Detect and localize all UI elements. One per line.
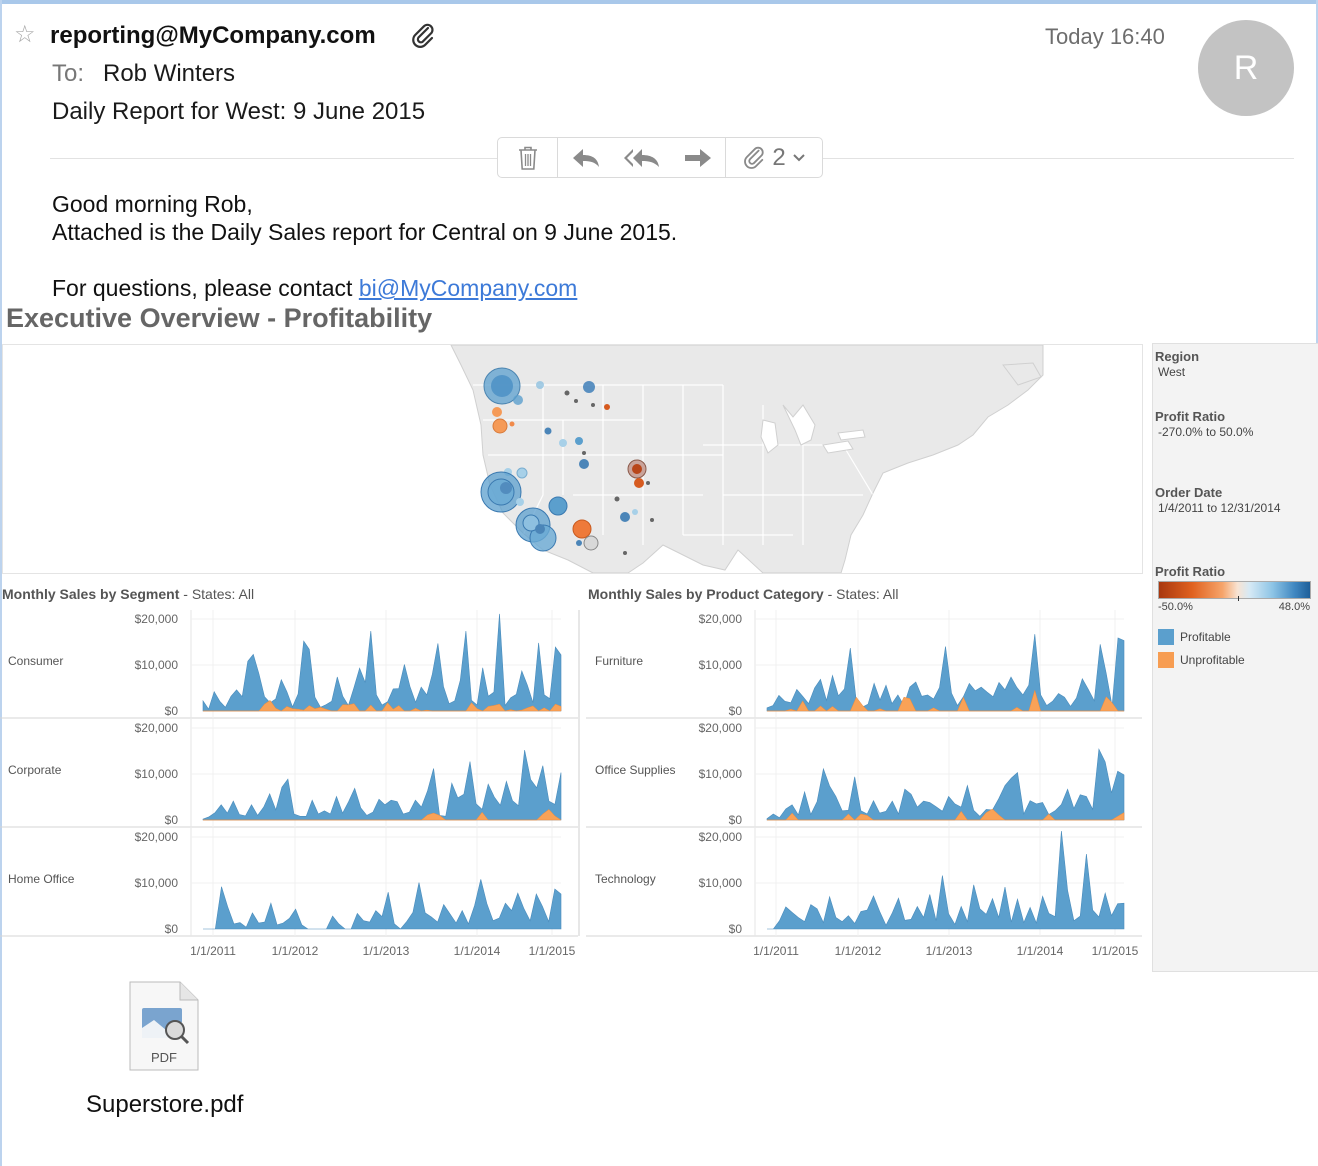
- dashboard-title: Executive Overview - Profitability: [6, 303, 433, 333]
- x-tick-label: 1/1/2013: [926, 944, 973, 958]
- profitable-area: [203, 879, 562, 930]
- reply-all-icon[interactable]: [622, 146, 662, 170]
- gradient-max-label: 48.0%: [1278, 601, 1310, 613]
- chart-title-0: Monthly Sales by Segment - States: All: [2, 586, 254, 602]
- chevron-down-icon: [792, 153, 805, 161]
- filter-region-value[interactable]: West: [1158, 365, 1185, 379]
- y-tick-label: $0: [165, 922, 179, 936]
- attachment-count: 2: [772, 143, 786, 171]
- sender-address[interactable]: reporting@MyCompany.com: [50, 22, 376, 50]
- pdf-attachment-icon[interactable]: PDF: [128, 980, 200, 1072]
- profitable-area: [202, 613, 562, 712]
- contact-email-link[interactable]: bi@MyCompany.com: [359, 275, 577, 301]
- profitable-swatch: [1158, 629, 1174, 645]
- flag-star-icon[interactable]: ☆: [14, 20, 36, 48]
- email-subject: Daily Report for West: 9 June 2015: [52, 98, 426, 125]
- y-tick-label: $10,000: [135, 767, 179, 781]
- x-tick-label: 1/1/2012: [835, 944, 882, 958]
- y-tick-label: $20,000: [135, 830, 179, 844]
- color-legend-title: Profit Ratio: [1155, 564, 1226, 579]
- y-tick-label: $10,000: [699, 876, 743, 890]
- attachment-paperclip-icon: [412, 23, 434, 48]
- y-tick-label: $0: [729, 704, 743, 718]
- reply-icon[interactable]: [570, 146, 602, 170]
- forward-icon[interactable]: [682, 146, 714, 170]
- contact-prefix: For questions, please contact: [52, 275, 359, 301]
- filter-order-date-label: Order Date: [1155, 485, 1223, 500]
- panel-label-technology: Technology: [595, 872, 656, 886]
- y-tick-label: $0: [729, 813, 743, 827]
- filter-order-date-value[interactable]: 1/4/2011 to 12/31/2014: [1158, 501, 1281, 515]
- profitable-area: [767, 830, 1125, 930]
- paperclip-icon: [744, 146, 764, 169]
- x-tick-label: 1/1/2011: [190, 944, 236, 958]
- unprofitable-swatch: [1158, 652, 1174, 668]
- y-tick-label: $0: [729, 922, 743, 936]
- y-tick-label: $20,000: [135, 721, 179, 735]
- panel-label-furniture: Furniture: [595, 654, 643, 668]
- window-top-border: [0, 0, 1318, 4]
- attachment-file-name[interactable]: Superstore.pdf: [86, 1091, 243, 1119]
- chart-title-1: Monthly Sales by Product Category - Stat…: [588, 586, 898, 602]
- area-charts: Monthly Sales by Segment - States: All Co…: [0, 586, 1142, 958]
- y-tick-label: $0: [165, 704, 179, 718]
- panel-label-office-supplies: Office Supplies: [595, 763, 676, 777]
- y-tick-label: $20,000: [699, 612, 743, 626]
- greeting-text: Good morning Rob,: [52, 191, 253, 217]
- body-text: Attached is the Daily Sales report for C…: [52, 219, 678, 245]
- legend-profitable[interactable]: Profitable: [1180, 630, 1231, 644]
- gradient-zero-tick: [1238, 596, 1239, 601]
- profitable-area: [766, 634, 1125, 712]
- received-time: Today 16:40: [1045, 24, 1165, 49]
- y-tick-label: $10,000: [135, 658, 179, 672]
- panel-label-home-office: Home Office: [8, 872, 75, 886]
- x-tick-label: 1/1/2014: [454, 944, 501, 958]
- y-tick-label: $20,000: [135, 612, 179, 626]
- filter-profit-ratio-value[interactable]: -270.0% to 50.0%: [1158, 425, 1253, 439]
- gradient-min-label: -50.0%: [1158, 601, 1193, 613]
- filter-region-label: Region: [1155, 349, 1200, 364]
- filter-profit-ratio-label: Profit Ratio: [1155, 409, 1226, 424]
- message-toolbar: 2: [497, 137, 823, 178]
- x-tick-label: 1/1/2015: [529, 944, 576, 958]
- trash-icon: [518, 146, 537, 170]
- map-canvas: [3, 345, 1142, 573]
- sales-map[interactable]: [2, 344, 1143, 574]
- contact-line: For questions, please contact bi@MyCompa…: [52, 274, 577, 302]
- filter-legend-panel: Region West Profit Ratio -270.0% to 50.0…: [1152, 343, 1318, 972]
- reply-actions: [558, 138, 726, 177]
- profitable-area: [766, 748, 1125, 821]
- x-tick-label: 1/1/2011: [753, 944, 799, 958]
- y-tick-label: $10,000: [699, 658, 743, 672]
- delete-button[interactable]: [498, 138, 558, 177]
- x-tick-label: 1/1/2012: [272, 944, 319, 958]
- x-tick-label: 1/1/2014: [1017, 944, 1064, 958]
- profit-ratio-gradient: [1158, 581, 1311, 599]
- y-tick-label: $20,000: [699, 721, 743, 735]
- pdf-type-label: PDF: [151, 1050, 177, 1065]
- to-label: To:: [52, 60, 85, 87]
- recipient-name[interactable]: Rob Winters: [103, 60, 235, 88]
- x-tick-label: 1/1/2013: [363, 944, 410, 958]
- sender-avatar[interactable]: R: [1198, 20, 1294, 116]
- profitable-area: [202, 750, 562, 821]
- y-tick-label: $10,000: [135, 876, 179, 890]
- attachments-menu-button[interactable]: 2: [726, 138, 822, 177]
- y-tick-label: $0: [165, 813, 179, 827]
- x-tick-label: 1/1/2015: [1092, 944, 1139, 958]
- legend-unprofitable[interactable]: Unprofitable: [1180, 653, 1245, 667]
- y-tick-label: $10,000: [699, 767, 743, 781]
- panel-label-corporate: Corporate: [8, 763, 62, 777]
- y-tick-label: $20,000: [699, 830, 743, 844]
- panel-label-consumer: Consumer: [8, 654, 63, 668]
